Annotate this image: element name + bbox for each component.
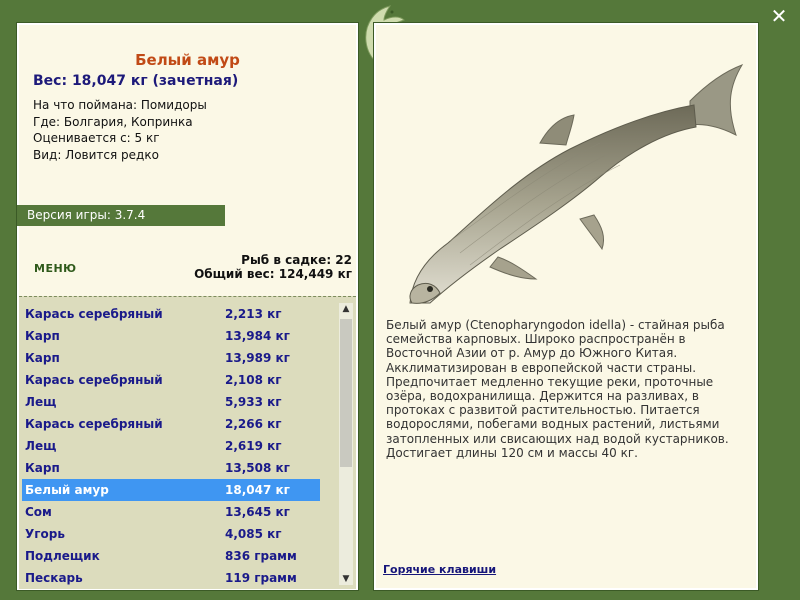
- catch-row[interactable]: Лещ 5,933 кг: [22, 391, 320, 413]
- catch-row-name: Карась серебряный: [25, 373, 163, 387]
- fish-name-title: Белый амур: [135, 51, 240, 69]
- fish-count: Рыб в садке: 22: [241, 253, 352, 267]
- fish-weight: Вес: 18,047 кг (зачетная): [33, 73, 239, 89]
- catch-row-name: Сом: [25, 505, 52, 519]
- fish-description: Белый амур (Ctenopharyngodon idella) - с…: [386, 318, 729, 460]
- catch-row[interactable]: Карп 13,984 кг: [22, 325, 320, 347]
- catch-row-name: Пескарь: [25, 571, 83, 585]
- catch-list[interactable]: Карась серебряный 2,213 кг Карп 13,984 кг Ка…: [19, 296, 356, 589]
- catch-row-name: Лещ: [25, 395, 57, 409]
- catch-row[interactable]: Карп 13,508 кг: [22, 457, 320, 479]
- catch-row-weight: 13,645 кг: [225, 505, 290, 519]
- catch-row[interactable]: Сом 13,645 кг: [22, 501, 320, 523]
- catch-row-name: Карп: [25, 461, 60, 475]
- catch-row[interactable]: Белый амур 18,047 кг: [22, 479, 320, 501]
- scrollbar[interactable]: ▲ ▼: [339, 303, 353, 585]
- catch-row[interactable]: Карась серебряный 2,213 кг: [22, 303, 320, 325]
- catch-row[interactable]: Подлещик 836 грамм: [22, 545, 320, 567]
- bait-line: На что поймана: Помидоры: [33, 98, 207, 112]
- catch-row[interactable]: Карп 13,989 кг: [22, 347, 320, 369]
- catch-row-weight: 2,213 кг: [225, 307, 282, 321]
- game-version: Версия игры: 3.7.4: [17, 205, 225, 226]
- catch-row-weight: 13,984 кг: [225, 329, 290, 343]
- fish-description-panel: Белый амур (Ctenopharyngodon idella) - с…: [373, 22, 759, 591]
- catch-summary: Рыб в садке: 22 Общий вес: 124,449 кг: [194, 253, 352, 281]
- catch-row-weight: 2,619 кг: [225, 439, 282, 453]
- close-icon: ✕: [770, 4, 788, 28]
- catch-row-weight: 119 грамм: [225, 571, 297, 585]
- menu-button[interactable]: МЕНЮ: [34, 262, 77, 275]
- catch-row-weight: 2,266 кг: [225, 417, 282, 431]
- catch-row-weight: 13,508 кг: [225, 461, 290, 475]
- catch-row-name: Карп: [25, 329, 60, 343]
- total-weight: Общий вес: 124,449 кг: [194, 267, 352, 281]
- catch-row-name: Карп: [25, 351, 60, 365]
- kind-line: Вид: Ловится редко: [33, 147, 159, 162]
- scroll-up-icon[interactable]: ▲: [339, 303, 353, 315]
- catch-row-name: Карась серебряный: [25, 307, 163, 321]
- catch-row-name: Угорь: [25, 527, 65, 541]
- catch-row-weight: 18,047 кг: [225, 483, 290, 497]
- catch-row-weight: 836 грамм: [225, 549, 297, 563]
- catch-row-weight: 13,989 кг: [225, 351, 290, 365]
- catch-row-weight: 4,085 кг: [225, 527, 282, 541]
- catch-row-name: Лещ: [25, 439, 57, 453]
- fish-details: На что поймана: Помидоры Где: Болгария, …: [33, 97, 207, 163]
- fish-image: [409, 64, 744, 304]
- catch-row[interactable]: Карась серебряный 2,266 кг: [22, 413, 320, 435]
- place-line: Где: Болгария, Копринка: [33, 114, 193, 129]
- scroll-thumb[interactable]: [340, 319, 352, 467]
- catch-row[interactable]: Угорь 4,085 кг: [22, 523, 320, 545]
- scroll-down-icon[interactable]: ▼: [339, 573, 353, 585]
- catch-row-weight: 5,933 кг: [225, 395, 282, 409]
- close-button[interactable]: ✕: [768, 5, 790, 27]
- catch-row-name: Карась серебряный: [25, 417, 163, 431]
- catch-row[interactable]: Пескарь 119 грамм: [22, 567, 320, 589]
- catch-row[interactable]: Лещ 2,619 кг: [22, 435, 320, 457]
- hotkeys-link[interactable]: Горячие клавиши: [383, 563, 496, 576]
- rated-line: Оценивается с: 5 кг: [33, 131, 160, 145]
- catch-row-weight: 2,108 кг: [225, 373, 282, 387]
- catch-row-name: Белый амур: [25, 483, 109, 497]
- catch-row[interactable]: Карась серебряный 2,108 кг: [22, 369, 320, 391]
- catch-row-name: Подлещик: [25, 549, 100, 563]
